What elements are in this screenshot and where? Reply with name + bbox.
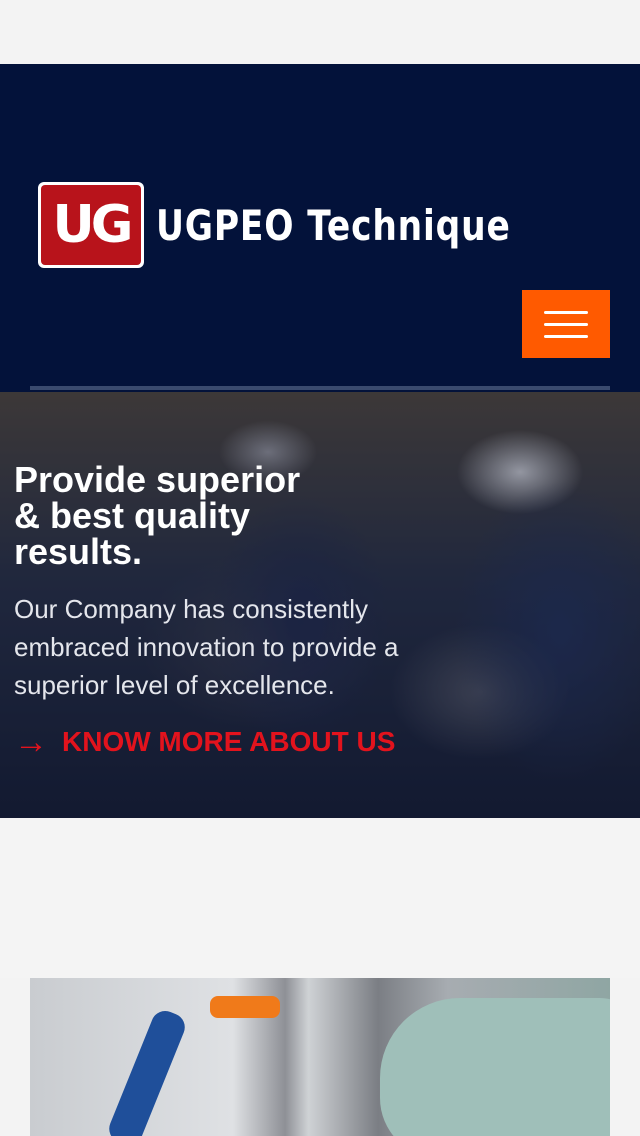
hamburger-menu-icon (544, 310, 588, 314)
section-spacer (0, 818, 640, 978)
logo-text: UGPEO Technique (156, 200, 511, 250)
logo-mark: UG (41, 185, 141, 265)
hamburger-menu-icon-bar (544, 322, 588, 326)
header-divider (30, 386, 610, 390)
know-more-link[interactable]: → KNOW MORE ABOUT US (14, 723, 454, 761)
workshop-image (30, 978, 610, 1136)
hero-title: Provide superior & best quality results. (14, 459, 301, 572)
know-more-label: KNOW MORE ABOUT US (62, 726, 396, 757)
site-logo[interactable]: UG UGPEO Technique (38, 182, 588, 268)
top-strip (0, 0, 640, 64)
gloved-hand-shape (380, 998, 610, 1136)
menu-button[interactable] (522, 290, 610, 358)
hamburger-menu-icon-bar (544, 334, 588, 338)
hero-content: Provide superior & best quality results.… (14, 459, 454, 761)
hero-description: Our Company has consistently embraced in… (14, 594, 399, 700)
coolant-hose-shape (105, 1006, 189, 1136)
coolant-nozzle-shape (210, 996, 280, 1018)
site-header: UG UGPEO Technique (0, 64, 640, 392)
arrow-right-icon: → (14, 723, 48, 761)
logo-badge: UG (38, 182, 144, 268)
hero-banner: Provide superior & best quality results.… (0, 392, 640, 818)
